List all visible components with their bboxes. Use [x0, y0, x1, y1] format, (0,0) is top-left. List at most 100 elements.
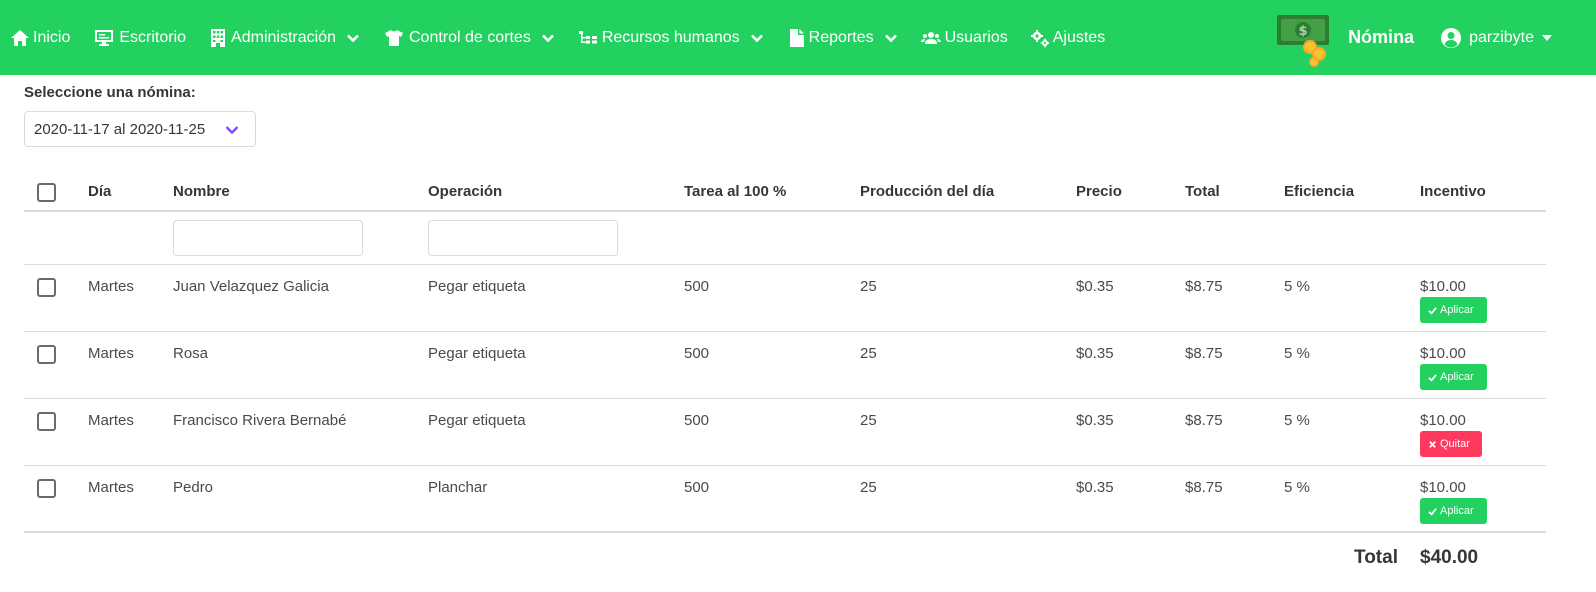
cell-eficiencia: 5 %: [1284, 479, 1310, 496]
header-produccion: Producción del día: [860, 183, 995, 200]
header-eficiencia: Eficiencia: [1284, 183, 1355, 200]
cell-total: $8.75: [1185, 412, 1223, 429]
apply-incentive-button[interactable]: Aplicar: [1420, 364, 1487, 390]
nav-item-escritorio[interactable]: Escritorio: [92, 0, 186, 75]
cell-produccion: 25: [860, 479, 877, 496]
nav-item-control-de-cortes[interactable]: Control de cortes: [382, 0, 555, 75]
user-circle-icon: [1441, 27, 1462, 48]
apply-button-label: Aplicar: [1440, 304, 1474, 316]
row-checkbox[interactable]: [37, 345, 56, 364]
nav-item-label: Administración: [231, 28, 336, 46]
row-checkbox[interactable]: [37, 278, 56, 297]
operation-filter-input[interactable]: [428, 220, 618, 256]
cell-operacion: Planchar: [428, 479, 488, 496]
cell-nombre: Rosa: [173, 345, 209, 362]
name-filter-input[interactable]: [173, 220, 363, 256]
sitemap-icon: [578, 30, 597, 43]
filter-row: [24, 212, 1546, 265]
chevron-down-icon: [884, 34, 897, 42]
cell-operacion: Pegar etiqueta: [428, 345, 526, 362]
row-checkbox[interactable]: [37, 412, 56, 431]
cell-produccion: 25: [860, 412, 877, 429]
cell-total: $8.75: [1185, 278, 1223, 295]
file-icon: [789, 28, 804, 47]
cell-nombre: Francisco Rivera Bernabé: [173, 412, 347, 429]
check-icon: [1428, 507, 1437, 515]
tshirt-icon: [384, 29, 403, 46]
total-row: Total $40.00: [24, 534, 1546, 582]
cell-total: $8.75: [1185, 479, 1223, 496]
header-operacion: Operación: [428, 183, 503, 200]
cell-precio: $0.35: [1076, 278, 1114, 295]
nav-item-label: Usuarios: [944, 28, 1008, 46]
nav-item-inicio[interactable]: Inicio: [10, 0, 70, 75]
cogs-icon: [1030, 29, 1049, 47]
header-nombre: Nombre: [173, 183, 230, 200]
cell-dia: Martes: [88, 479, 134, 496]
chevron-down-icon: [541, 34, 554, 42]
row-checkbox[interactable]: [37, 479, 56, 498]
cell-operacion: Pegar etiqueta: [428, 278, 526, 295]
nav-item-label: Ajustes: [1052, 28, 1106, 46]
header-tarea: Tarea al 100 %: [684, 183, 787, 200]
cell-eficiencia: 5 %: [1284, 412, 1310, 429]
users-icon: [920, 31, 941, 44]
cell-precio: $0.35: [1076, 412, 1114, 429]
cell-total: $8.75: [1185, 345, 1223, 362]
table-row: Martes Rosa Pegar etiqueta 500 25 $0.35 …: [24, 332, 1546, 399]
nav-item-reportes[interactable]: Reportes: [786, 0, 898, 75]
apply-button-label: Aplicar: [1440, 505, 1474, 517]
nav-item-administracion[interactable]: Administración: [208, 0, 360, 75]
brand-title: Nómina: [1348, 27, 1415, 47]
chevron-down-icon: [225, 126, 239, 135]
close-icon: [1429, 440, 1436, 448]
nav-item-label: Inicio: [33, 28, 71, 46]
payroll-select-label: Seleccione una nómina:: [24, 84, 196, 101]
brand[interactable]: $ Nómina: [1276, 0, 1414, 75]
building-icon: [211, 28, 226, 47]
cell-tarea: 500: [684, 345, 710, 362]
nav-item-usuarios[interactable]: Usuarios: [920, 0, 1008, 75]
nav-item-label: Recursos humanos: [601, 28, 740, 46]
cell-nombre: Juan Velazquez Galicia: [173, 278, 329, 295]
nav-item-ajustes[interactable]: Ajustes: [1030, 0, 1105, 75]
caret-down-icon: [1542, 34, 1552, 41]
apply-button-label: Aplicar: [1440, 371, 1474, 383]
nav-right: $ Nómina parzibyte: [1276, 0, 1596, 75]
cell-eficiencia: 5 %: [1284, 278, 1310, 295]
total-label: Total: [1354, 547, 1398, 568]
select-all-checkbox[interactable]: [37, 183, 56, 202]
cell-operacion: Pegar etiqueta: [428, 412, 526, 429]
chevron-down-icon: [750, 34, 763, 42]
money-coins-icon: $: [1277, 14, 1330, 67]
desktop-icon: [95, 29, 114, 46]
cell-tarea: 500: [684, 278, 710, 295]
table-row: Martes Francisco Rivera Bernabé Pegar et…: [24, 399, 1546, 466]
cell-incentivo: $10.00: [1420, 412, 1466, 429]
payroll-select-value: 2020-11-17 al 2020-11-25: [34, 120, 206, 138]
cell-incentivo: $10.00: [1420, 479, 1466, 496]
nav-item-label: Reportes: [808, 28, 874, 46]
table-row: Martes Pedro Planchar 500 25 $0.35 $8.75…: [24, 466, 1546, 533]
remove-button-label: Quitar: [1440, 438, 1470, 450]
header-total: Total: [1185, 183, 1220, 200]
table-header: Día Nombre Operación Tarea al 100 % Prod…: [24, 168, 1546, 212]
nav-item-recursos-humanos[interactable]: Recursos humanos: [577, 0, 764, 75]
cell-nombre: Pedro: [173, 479, 214, 496]
user-name: parzibyte: [1469, 28, 1534, 46]
nav-menu: Inicio Escritorio Administración Control…: [0, 0, 1127, 75]
remove-incentive-button[interactable]: Quitar: [1420, 431, 1482, 457]
cell-incentivo: $10.00: [1420, 278, 1466, 295]
cell-produccion: 25: [860, 278, 877, 295]
apply-incentive-button[interactable]: Aplicar: [1420, 498, 1487, 524]
nav-item-label: Escritorio: [119, 28, 187, 46]
user-menu[interactable]: parzibyte: [1440, 27, 1552, 49]
cell-tarea: 500: [684, 412, 710, 429]
cell-tarea: 500: [684, 479, 710, 496]
cell-produccion: 25: [860, 345, 877, 362]
apply-incentive-button[interactable]: Aplicar: [1420, 297, 1487, 323]
check-icon: [1428, 306, 1437, 314]
cell-dia: Martes: [88, 345, 134, 362]
cell-precio: $0.35: [1076, 345, 1114, 362]
payroll-select[interactable]: 2020-11-17 al 2020-11-25: [24, 111, 256, 147]
